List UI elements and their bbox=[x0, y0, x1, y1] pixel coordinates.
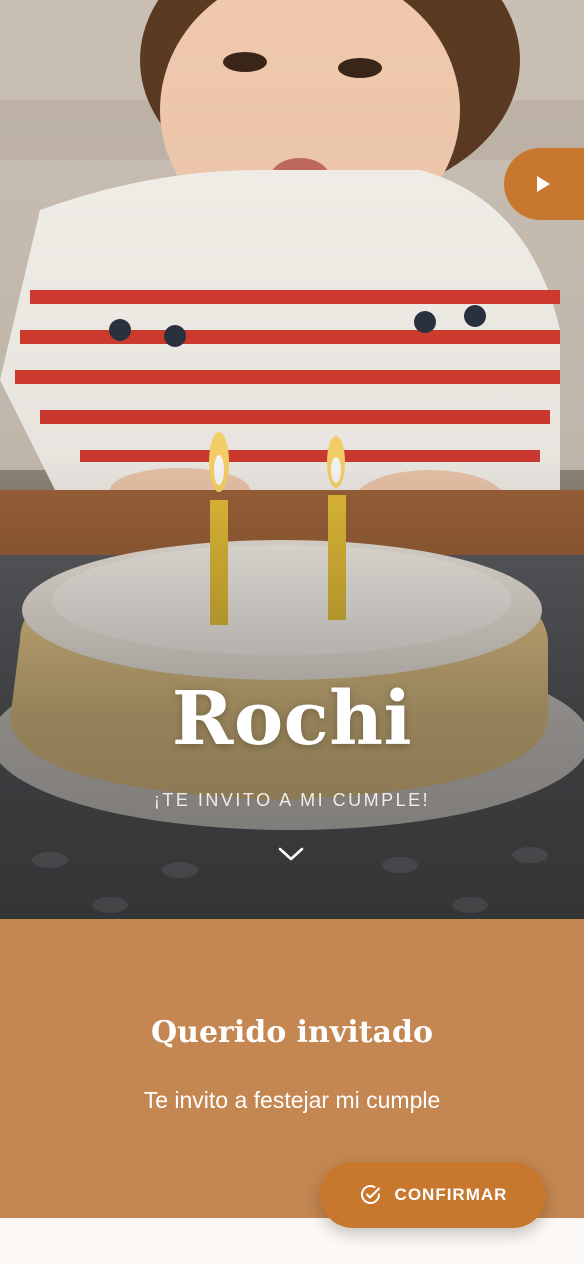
confirm-label: CONFIRMAR bbox=[394, 1185, 508, 1204]
play-icon bbox=[537, 176, 550, 192]
confirm-button[interactable]: CONFIRMAR bbox=[320, 1162, 546, 1228]
music-play-button[interactable] bbox=[504, 148, 584, 220]
hero-section: Rochi ¡TE INVITO A MI CUMPLE! bbox=[0, 0, 584, 919]
intro-text: Te invito a festejar mi cumple bbox=[143, 1087, 441, 1113]
hero-name: Rochi bbox=[171, 676, 413, 762]
chevron-down-icon[interactable] bbox=[277, 843, 305, 865]
intro-title: Querido invitado bbox=[151, 1015, 433, 1050]
check-circle-icon bbox=[360, 1185, 380, 1204]
hero-overlay bbox=[0, 0, 584, 919]
hero-subtitle: ¡TE INVITO A MI CUMPLE! bbox=[153, 790, 431, 810]
